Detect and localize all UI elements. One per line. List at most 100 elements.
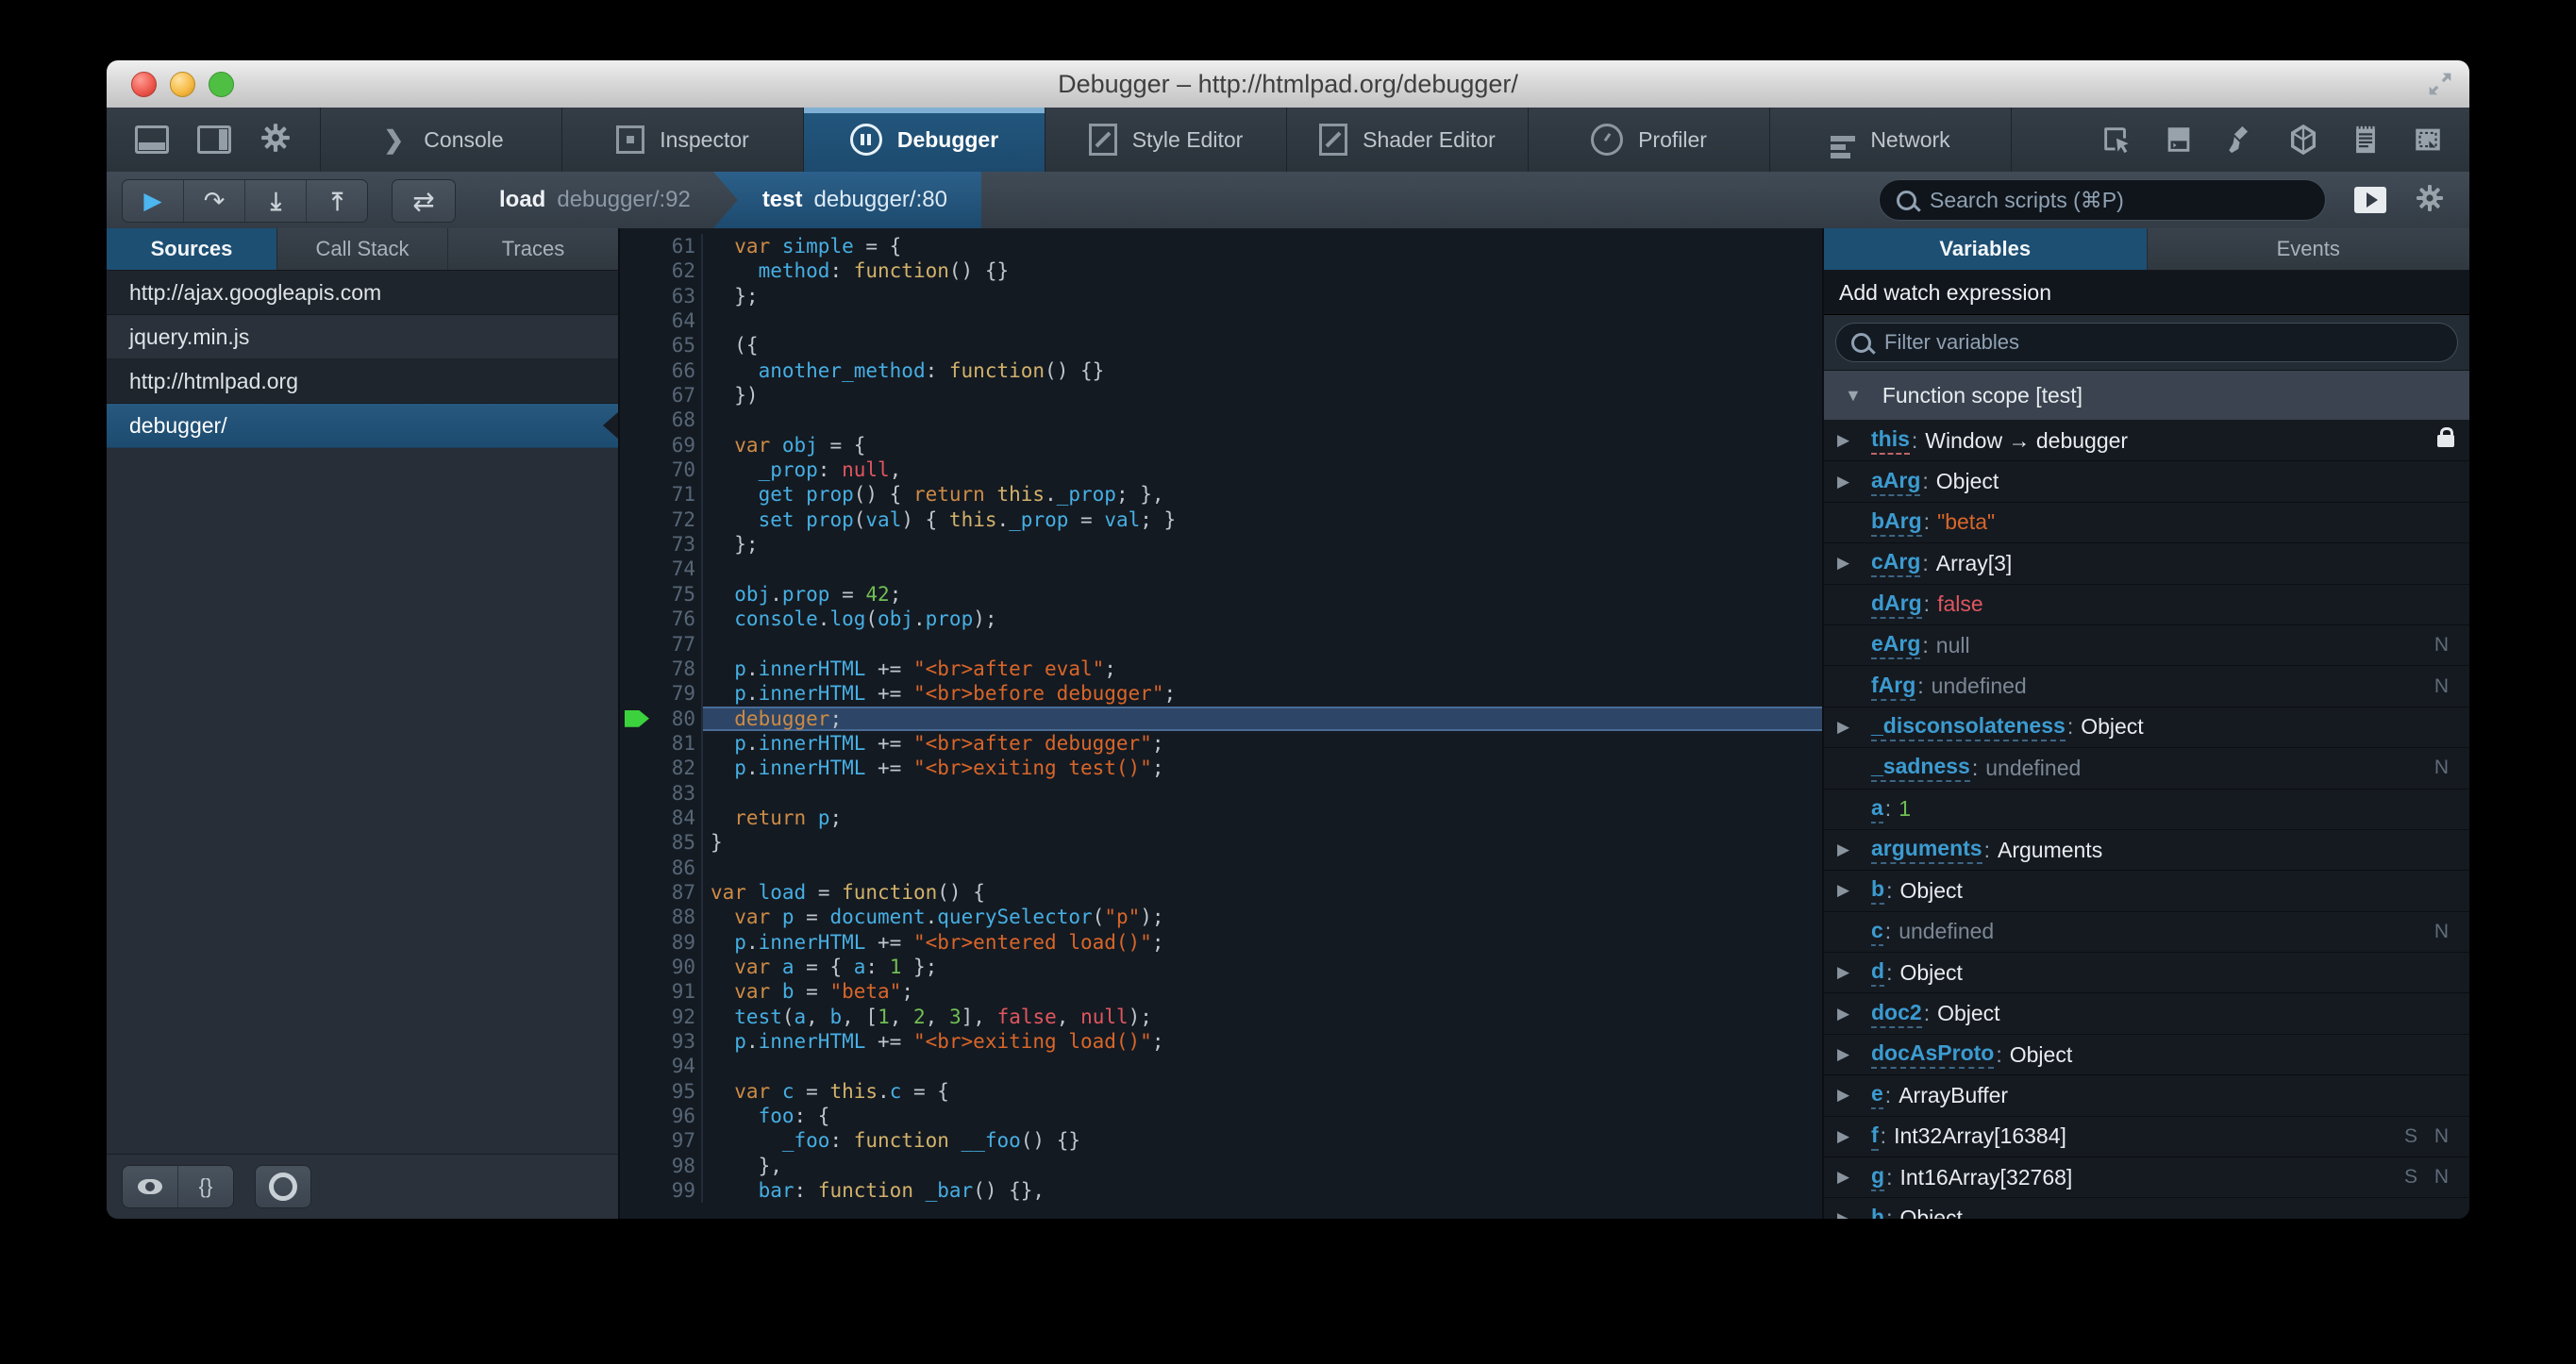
variable-row[interactable]: ▶ b: Object — [1824, 871, 2469, 912]
variable-name[interactable]: eArg — [1871, 631, 1921, 660]
variable-name[interactable]: aArg — [1871, 468, 1921, 496]
toggle-visibility-eye-button[interactable] — [123, 1166, 178, 1207]
code-line[interactable]: 98 }, — [620, 1153, 1822, 1179]
breakpoint-gutter[interactable] — [620, 905, 658, 929]
minimize-window-button[interactable] — [170, 72, 195, 97]
breakpoint-gutter[interactable] — [620, 284, 658, 308]
code-line[interactable]: 66 another_method: function() {} — [620, 358, 1822, 384]
breakpoint-gutter[interactable] — [620, 358, 658, 383]
breakpoint-gutter[interactable] — [620, 383, 658, 408]
dock-bottom-icon[interactable] — [135, 125, 169, 154]
code-line[interactable]: 63 }; — [620, 283, 1822, 309]
resume-button[interactable]: ▶ — [123, 180, 184, 222]
variable-value[interactable]: Object — [1899, 1206, 1962, 1219]
breakpoint-gutter[interactable] — [620, 1128, 658, 1153]
expander-icon[interactable]: ▶ — [1837, 840, 1858, 859]
breakpoint-gutter[interactable] — [620, 333, 658, 358]
code-line[interactable]: 75 obj.prop = 42; — [620, 581, 1822, 607]
breakpoint-gutter[interactable] — [620, 607, 658, 631]
sidebar-tab-sources[interactable]: Sources — [107, 228, 277, 270]
breakpoint-gutter[interactable] — [620, 1054, 658, 1078]
breakpoint-gutter[interactable] — [620, 1178, 658, 1203]
variable-row[interactable]: eArg: null N — [1824, 625, 2469, 667]
variable-value[interactable]: Object — [2010, 1042, 2072, 1068]
code-line[interactable]: 65 ({ — [620, 333, 1822, 358]
variable-value[interactable]: ArrayBuffer — [1899, 1083, 2008, 1108]
code-line[interactable]: 83 — [620, 780, 1822, 806]
expander-icon[interactable]: ▶ — [1837, 431, 1858, 450]
variable-name[interactable]: cArg — [1871, 549, 1921, 578]
code-line[interactable]: 97 _foo: function __foo() {} — [620, 1128, 1822, 1154]
code-line[interactable]: 67 }) — [620, 383, 1822, 408]
blackbox-source-button[interactable] — [255, 1165, 311, 1208]
variable-name[interactable]: _disconsolateness — [1871, 713, 2066, 741]
responsive-mode-icon[interactable] — [2411, 123, 2445, 157]
code-line[interactable]: 95 var c = this.c = { — [620, 1078, 1822, 1105]
breakpoint-gutter[interactable] — [620, 1104, 658, 1128]
code-line[interactable]: 68 — [620, 408, 1822, 433]
expander-icon[interactable]: ▶ — [1837, 963, 1858, 982]
breakpoint-gutter[interactable] — [620, 433, 658, 457]
breakpoint-gutter[interactable] — [620, 507, 658, 532]
variable-row[interactable]: ▶ doc2: Object — [1824, 993, 2469, 1035]
code-line[interactable]: 85} — [620, 830, 1822, 856]
breadcrumb-frame-0[interactable]: load debugger/:92 — [477, 172, 713, 228]
toolbox-settings-gear-icon[interactable] — [259, 122, 292, 158]
expander-icon[interactable]: ▶ — [1837, 1045, 1858, 1064]
code-line[interactable]: 90 var a = { a: 1 }; — [620, 954, 1822, 980]
variable-value[interactable]: Int32Array[16384] — [1894, 1123, 2066, 1149]
variable-row[interactable]: ▶ arguments: Arguments — [1824, 830, 2469, 872]
variable-row[interactable]: ▶ h: Object — [1824, 1198, 2469, 1219]
toolbox-tab-shader-editor[interactable]: Shader Editor — [1287, 108, 1529, 172]
breakpoint-gutter[interactable] — [620, 582, 658, 607]
pick-element-icon[interactable] — [2099, 123, 2133, 157]
variable-value[interactable]: Object — [1899, 960, 1962, 986]
expander-icon[interactable]: ▶ — [1837, 718, 1858, 737]
variable-name[interactable]: doc2 — [1871, 1000, 1922, 1028]
toolbox-tab-debugger[interactable]: Debugger — [804, 108, 1045, 172]
variable-row[interactable]: ▶ e: ArrayBuffer — [1824, 1075, 2469, 1117]
breakpoint-gutter[interactable] — [620, 532, 658, 557]
close-window-button[interactable] — [131, 72, 157, 97]
debugger-settings-gear-icon[interactable] — [2415, 183, 2445, 218]
variable-value[interactable]: "beta" — [1937, 509, 1995, 535]
expander-icon[interactable]: ▶ — [1837, 1127, 1858, 1146]
code-line[interactable]: 78 p.innerHTML += "<br>after eval"; — [620, 656, 1822, 682]
source-item[interactable]: jquery.min.js — [107, 315, 618, 359]
variable-value[interactable]: undefined — [1932, 674, 2027, 699]
breakpoint-gutter[interactable] — [620, 880, 658, 905]
variable-value[interactable]: Window → debugger — [1925, 428, 2128, 454]
variable-name[interactable]: arguments — [1871, 836, 1982, 865]
variable-value[interactable]: Object — [1936, 469, 1999, 494]
breakpoint-gutter[interactable] — [620, 955, 658, 979]
variable-row[interactable]: ▶ this: Window → debugger — [1824, 421, 2469, 462]
tilt-3d-box-icon[interactable] — [2286, 123, 2320, 157]
variable-value[interactable]: 1 — [1899, 796, 1911, 822]
breakpoint-gutter[interactable] — [620, 408, 658, 432]
code-line[interactable]: 72 set prop(val) { this._prop = val; } — [620, 507, 1822, 533]
code-line[interactable]: 96 foo: { — [620, 1104, 1822, 1129]
toolbox-tab-console[interactable]: Console — [321, 108, 562, 172]
toolbox-tab-inspector[interactable]: Inspector — [562, 108, 804, 172]
code-line[interactable]: 86 — [620, 855, 1822, 880]
code-line[interactable]: 71 get prop() { return this._prop; }, — [620, 482, 1822, 507]
variable-value[interactable]: null — [1936, 633, 1970, 658]
code-line[interactable]: 70 _prop: null, — [620, 457, 1822, 483]
variable-name[interactable]: g — [1871, 1163, 1885, 1192]
code-line[interactable]: 89 p.innerHTML += "<br>entered load()"; — [620, 929, 1822, 955]
scope-header[interactable]: ▼ Function scope [test] — [1824, 371, 2469, 421]
expander-icon[interactable]: ▶ — [1837, 1005, 1858, 1023]
code-line[interactable]: 92 test(a, b, [1, 2, 3], false, null); — [620, 1004, 1822, 1029]
panel-tab-events[interactable]: Events — [2148, 228, 2470, 270]
variable-row[interactable]: ▶ d: Object — [1824, 953, 2469, 994]
code-line[interactable]: 84 return p; — [620, 805, 1822, 831]
variable-name[interactable]: d — [1871, 958, 1885, 988]
variable-row[interactable]: ▶ g: Int16Array[32768] S N — [1824, 1157, 2469, 1199]
breakpoint-gutter[interactable] — [620, 806, 658, 830]
breakpoint-gutter[interactable] — [620, 979, 658, 1004]
code-line[interactable]: 81 p.innerHTML += "<br>after debugger"; — [620, 730, 1822, 757]
breakpoint-gutter[interactable] — [620, 457, 658, 482]
code-line[interactable]: 61 var simple = { — [620, 234, 1822, 259]
code-line[interactable]: 79 p.innerHTML += "<br>before debugger"; — [620, 681, 1822, 707]
search-scripts-input[interactable] — [1928, 186, 2308, 214]
